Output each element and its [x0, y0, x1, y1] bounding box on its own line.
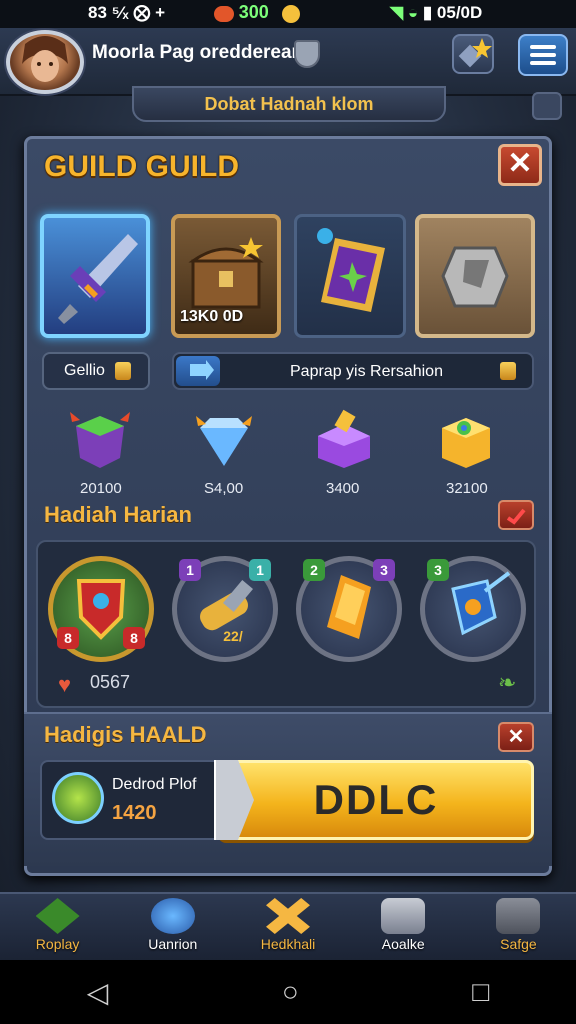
- buy-button[interactable]: DDLC: [218, 760, 534, 840]
- gem-item-green[interactable]: [68, 408, 132, 472]
- reward-badge: 1: [249, 559, 271, 581]
- nav-item-aoalke[interactable]: Aoalke: [346, 894, 461, 960]
- item-card-sword[interactable]: [40, 214, 150, 338]
- game-screen: 83 ⁵⁄ₓ ⨂ + 300 ◥ ◒ ▮ 05/0D Moorla Pag or…: [0, 0, 576, 1024]
- blue-gem-icon: [196, 416, 252, 466]
- event-banner[interactable]: Dobat Hadnah klom: [132, 86, 446, 122]
- offer-close-button[interactable]: ✕: [498, 722, 534, 752]
- item-value: 13K0 0D: [180, 308, 244, 325]
- reward-slot[interactable]: 8 8: [48, 556, 154, 662]
- reward-count: 0567: [90, 672, 131, 692]
- reward-badge: 8: [57, 627, 79, 649]
- nav-label: Hedkhali: [260, 936, 316, 952]
- star-icon: [458, 38, 492, 68]
- nav-item-hedkhali[interactable]: Hedkhali: [230, 894, 345, 960]
- tab-label: Gellio: [64, 362, 105, 379]
- home-icon[interactable]: ○: [282, 976, 299, 1008]
- status-left-text: 83 ⁵⁄ₓ ⨂ +: [88, 3, 166, 22]
- arrow-icon: [176, 356, 220, 386]
- tab-gellio[interactable]: Gellio: [42, 352, 150, 390]
- close-button[interactable]: ✕: [498, 144, 542, 186]
- status-bar: 83 ⁵⁄ₓ ⨂ + 300 ◥ ◒ ▮ 05/0D: [0, 0, 576, 28]
- bottom-nav: Roplay Uanrion Hedkhali Aoalke Safge: [0, 892, 576, 960]
- reward-slot[interactable]: 1 1 22/: [172, 556, 278, 662]
- nav-label: Aoalke: [381, 936, 425, 952]
- nav-item-safge[interactable]: Safge: [461, 894, 576, 960]
- section-title-daily: Hadiah Harian: [44, 502, 192, 527]
- player-name: Moorla Pag oreddeream: [92, 42, 309, 63]
- gem-item-gold[interactable]: [434, 408, 498, 472]
- key-icon: [52, 772, 104, 824]
- heart-icon: ♥: [58, 672, 72, 697]
- purple-shield-icon: [317, 228, 385, 312]
- reward-badge: 3: [427, 559, 449, 581]
- close-icon: ✕: [507, 726, 525, 748]
- green-gem-box-icon: [70, 412, 130, 468]
- nav-item-replay[interactable]: Roplay: [0, 894, 115, 960]
- gem-price: 3400: [326, 480, 360, 497]
- back-icon[interactable]: ◁: [87, 976, 109, 1009]
- gear-icon[interactable]: [532, 92, 562, 120]
- reward-badge: 8: [123, 627, 145, 649]
- purple-gem-cube-icon: [318, 409, 370, 468]
- gold-gem-cube-icon: [442, 418, 490, 468]
- helmet-icon: [150, 898, 195, 934]
- gem-item-blue[interactable]: [192, 408, 256, 472]
- check-icon: [506, 508, 526, 525]
- star-quest-button[interactable]: [452, 34, 494, 74]
- leaf-icon: ❧: [498, 670, 517, 695]
- gem-price: 32100: [446, 480, 488, 497]
- reward-slot[interactable]: 2 3: [296, 556, 402, 662]
- recents-icon[interactable]: □: [472, 976, 489, 1008]
- crystal-sword-icon: [58, 234, 138, 324]
- system-nav-bar: ◁ ○ □: [0, 960, 576, 1024]
- crossed-swords-icon: [266, 898, 310, 934]
- menu-button[interactable]: [518, 34, 568, 76]
- wifi-icon: ◒: [407, 3, 419, 22]
- gem-item-purple[interactable]: [312, 408, 376, 472]
- reward-badge: 2: [303, 559, 325, 581]
- stone-rune-icon: [441, 246, 509, 308]
- coin-icon: [281, 4, 300, 23]
- status-coin-value: 300: [238, 2, 269, 22]
- battery-icon: ▮: [422, 3, 433, 22]
- section-title-offer: Hadigis HAALD: [44, 722, 207, 747]
- panel-title: GUILD GUILD: [44, 150, 239, 183]
- hero-portrait-icon: [22, 36, 68, 82]
- nav-label: Roplay: [35, 936, 80, 952]
- coin-icon: [500, 362, 516, 380]
- offer-name: Dedrod Plof: [112, 776, 197, 793]
- reward-badge: 3: [373, 559, 395, 581]
- replay-icon: [35, 898, 80, 934]
- nav-label: Uanrion: [148, 936, 198, 952]
- reward-slot[interactable]: 3: [420, 556, 526, 662]
- chest-icon: [496, 898, 541, 934]
- reward-badge: 22/: [223, 628, 243, 644]
- item-card-rune[interactable]: [415, 214, 535, 338]
- signal-icon: ◥: [390, 3, 404, 22]
- anvil-icon: [381, 898, 426, 934]
- tab-label: Paprap yis Rersahion: [290, 363, 443, 380]
- status-time: 05/0D: [436, 3, 483, 22]
- shell-icon: [214, 5, 234, 22]
- shield-icon[interactable]: [294, 40, 320, 68]
- offer-price: 1420: [112, 802, 157, 824]
- gem-price: 20100: [80, 480, 122, 497]
- player-avatar[interactable]: [6, 30, 84, 94]
- daily-toggle-button[interactable]: [498, 500, 534, 530]
- nav-item-uanrion[interactable]: Uanrion: [115, 894, 230, 960]
- status-right: ◥ ◒ ▮ 05/0D: [390, 3, 482, 23]
- nav-label: Safge: [500, 936, 537, 952]
- coin-icon: [114, 362, 131, 380]
- status-coin: 300: [214, 2, 300, 23]
- item-card-shield[interactable]: [294, 214, 406, 338]
- reward-badge: 1: [179, 559, 201, 581]
- gem-price: S4,00: [204, 480, 244, 497]
- menu-icon: [530, 45, 556, 49]
